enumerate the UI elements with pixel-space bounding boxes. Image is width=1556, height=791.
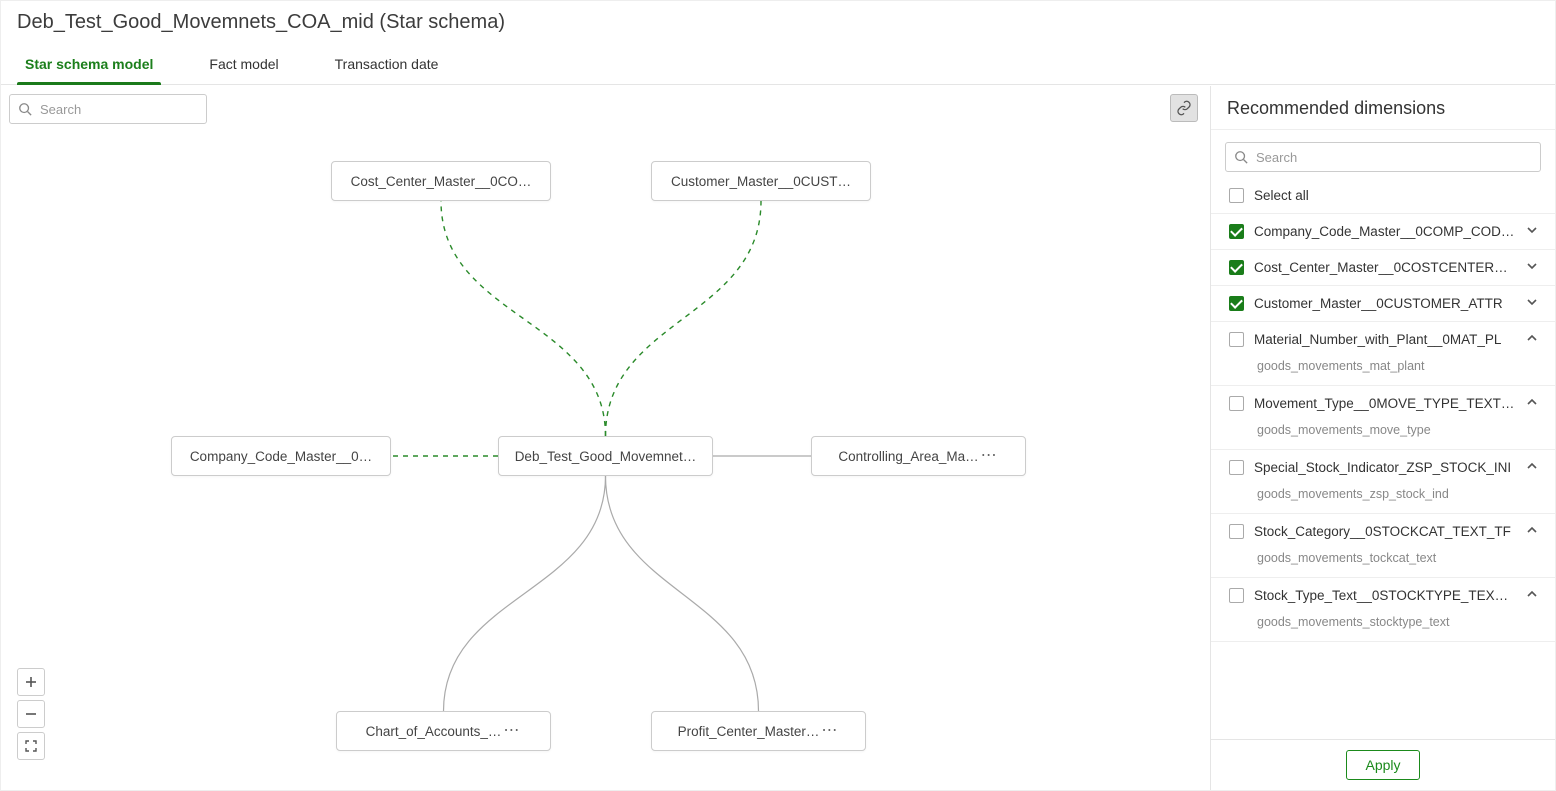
page-title: Deb_Test_Good_Movemnets_COA_mid (Star sc… — [17, 11, 1539, 34]
link-icon — [1176, 100, 1192, 116]
panel-title: Recommended dimensions — [1211, 86, 1555, 130]
panel-search-input[interactable] — [1254, 149, 1532, 166]
chevron-up-icon[interactable] — [1525, 395, 1541, 412]
dimension-item: Special_Stock_Indicator_ZSP_STOCK_INIgoo… — [1211, 450, 1555, 514]
dimension-label: Stock_Category__0STOCKCAT_TEXT_TF — [1254, 524, 1515, 539]
dimension-sub: goods_movements_mat_plant — [1211, 357, 1555, 385]
canvas-search-input[interactable] — [38, 101, 218, 118]
chevron-up-icon[interactable] — [1525, 523, 1541, 540]
chevron-down-icon[interactable] — [1525, 223, 1541, 240]
tab-fact-model[interactable]: Fact model — [201, 48, 286, 84]
dimension-item: Company_Code_Master__0COMP_CODE_ — [1211, 214, 1555, 250]
dimension-row[interactable]: Movement_Type__0MOVE_TYPE_TEXT_T — [1211, 386, 1555, 421]
link-toggle-button[interactable] — [1170, 94, 1198, 122]
dimension-checkbox[interactable] — [1229, 332, 1244, 347]
dimension-label: Movement_Type__0MOVE_TYPE_TEXT_T — [1254, 396, 1515, 411]
dimension-checkbox[interactable] — [1229, 396, 1244, 411]
edge-center_fact-profit_center — [606, 476, 759, 711]
schema-canvas[interactable]: Cost_Center_Master__0CO… Customer_Master_… — [1, 86, 1210, 790]
dimension-row[interactable]: Stock_Category__0STOCKCAT_TEXT_TF — [1211, 514, 1555, 549]
chevron-down-icon[interactable] — [1525, 259, 1541, 276]
node-menu-icon[interactable]: ⋯ — [819, 723, 839, 739]
dimension-row[interactable]: Customer_Master__0CUSTOMER_ATTR — [1211, 286, 1555, 321]
node-customer[interactable]: Customer_Master__0CUST… — [651, 161, 871, 201]
select-all-checkbox[interactable] — [1229, 188, 1244, 203]
node-profit_center[interactable]: Profit_Center_Master…⋯ — [651, 711, 866, 751]
dimension-checkbox[interactable] — [1229, 224, 1244, 239]
node-label: Customer_Master__0CUST… — [671, 174, 851, 189]
plus-icon — [25, 676, 37, 688]
dimension-checkbox[interactable] — [1229, 460, 1244, 475]
select-all-row[interactable]: Select all — [1211, 182, 1555, 214]
node-controlling[interactable]: Controlling_Area_Ma…⋯ — [811, 436, 1026, 476]
tab-strip: Star schema model Fact model Transaction d… — [1, 48, 1555, 85]
node-company_code[interactable]: Company_Code_Master__0… — [171, 436, 391, 476]
dimension-row[interactable]: Company_Code_Master__0COMP_CODE_ — [1211, 214, 1555, 249]
dimension-row[interactable]: Cost_Center_Master__0COSTCENTER_AT — [1211, 250, 1555, 285]
zoom-in-button[interactable] — [17, 668, 45, 696]
node-label: Cost_Center_Master__0CO… — [351, 174, 532, 189]
dimension-item: Stock_Type_Text__0STOCKTYPE_TEXT_T goods_… — [1211, 578, 1555, 642]
dimension-list[interactable]: Company_Code_Master__0COMP_CODE_ Cost_Cen… — [1211, 214, 1555, 739]
search-icon — [18, 102, 32, 116]
dimension-row[interactable]: Material_Number_with_Plant__0MAT_PL — [1211, 322, 1555, 357]
chevron-up-icon[interactable] — [1525, 331, 1541, 348]
node-menu-icon[interactable]: ⋯ — [979, 448, 999, 464]
dimension-checkbox[interactable] — [1229, 588, 1244, 603]
fit-screen-button[interactable] — [17, 732, 45, 760]
dimension-checkbox[interactable] — [1229, 524, 1244, 539]
select-all-label: Select all — [1254, 188, 1309, 203]
apply-button[interactable]: Apply — [1346, 750, 1419, 780]
title-bar: Deb_Test_Good_Movemnets_COA_mid (Star sc… — [1, 1, 1555, 38]
node-label: Chart_of_Accounts_… — [366, 724, 502, 739]
tab-star-schema-model[interactable]: Star schema model — [17, 48, 161, 84]
dimension-label: Company_Code_Master__0COMP_CODE_ — [1254, 224, 1515, 239]
dimension-checkbox[interactable] — [1229, 260, 1244, 275]
dimension-label: Special_Stock_Indicator_ZSP_STOCK_INI — [1254, 460, 1515, 475]
expand-icon — [25, 740, 37, 752]
dimension-checkbox[interactable] — [1229, 296, 1244, 311]
zoom-controls — [17, 668, 45, 760]
chevron-down-icon[interactable] — [1525, 295, 1541, 312]
dimension-sub: goods_movements_zsp_stock_ind — [1211, 485, 1555, 513]
node-menu-icon[interactable]: ⋯ — [501, 723, 521, 739]
dimension-label: Customer_Master__0CUSTOMER_ATTR — [1254, 296, 1515, 311]
chevron-up-icon[interactable] — [1525, 459, 1541, 476]
edge-center_fact-cost_center — [441, 201, 606, 436]
dimension-row[interactable]: Stock_Type_Text__0STOCKTYPE_TEXT_T — [1211, 578, 1555, 613]
tab-transaction-date[interactable]: Transaction date — [327, 48, 447, 84]
dimension-item: Movement_Type__0MOVE_TYPE_TEXT_T goods_mo… — [1211, 386, 1555, 450]
canvas-search[interactable] — [9, 94, 207, 124]
dimension-label: Cost_Center_Master__0COSTCENTER_AT — [1254, 260, 1515, 275]
node-center_fact[interactable]: Deb_Test_Good_Movemnet… — [498, 436, 713, 476]
node-label: Deb_Test_Good_Movemnet… — [515, 449, 697, 464]
edge-center_fact-customer — [606, 201, 762, 436]
dimension-sub: goods_movements_move_type — [1211, 421, 1555, 449]
panel-search[interactable] — [1225, 142, 1541, 172]
node-label: Profit_Center_Master… — [678, 724, 820, 739]
dimension-sub: goods_movements_tockcat_text — [1211, 549, 1555, 577]
dimension-item: Cost_Center_Master__0COSTCENTER_AT — [1211, 250, 1555, 286]
dimension-item: Stock_Category__0STOCKCAT_TEXT_TF goods_m… — [1211, 514, 1555, 578]
node-chart_accts[interactable]: Chart_of_Accounts_…⋯ — [336, 711, 551, 751]
node-label: Company_Code_Master__0… — [190, 449, 372, 464]
dimension-item: Material_Number_with_Plant__0MAT_PLgoods… — [1211, 322, 1555, 386]
apply-bar: Apply — [1211, 739, 1555, 790]
node-label: Controlling_Area_Ma… — [838, 449, 978, 464]
node-cost_center[interactable]: Cost_Center_Master__0CO… — [331, 161, 551, 201]
dimension-sub: goods_movements_stocktype_text — [1211, 613, 1555, 641]
dimension-label: Material_Number_with_Plant__0MAT_PL — [1254, 332, 1515, 347]
dimension-label: Stock_Type_Text__0STOCKTYPE_TEXT_T — [1254, 588, 1515, 603]
edge-center_fact-chart_accts — [444, 476, 606, 711]
dimension-row[interactable]: Special_Stock_Indicator_ZSP_STOCK_INI — [1211, 450, 1555, 485]
recommended-dimensions-panel: Recommended dimensions Select all Compan… — [1210, 86, 1555, 790]
search-icon — [1234, 150, 1248, 164]
minus-icon — [25, 708, 37, 720]
chevron-up-icon[interactable] — [1525, 587, 1541, 604]
zoom-out-button[interactable] — [17, 700, 45, 728]
dimension-item: Customer_Master__0CUSTOMER_ATTR — [1211, 286, 1555, 322]
